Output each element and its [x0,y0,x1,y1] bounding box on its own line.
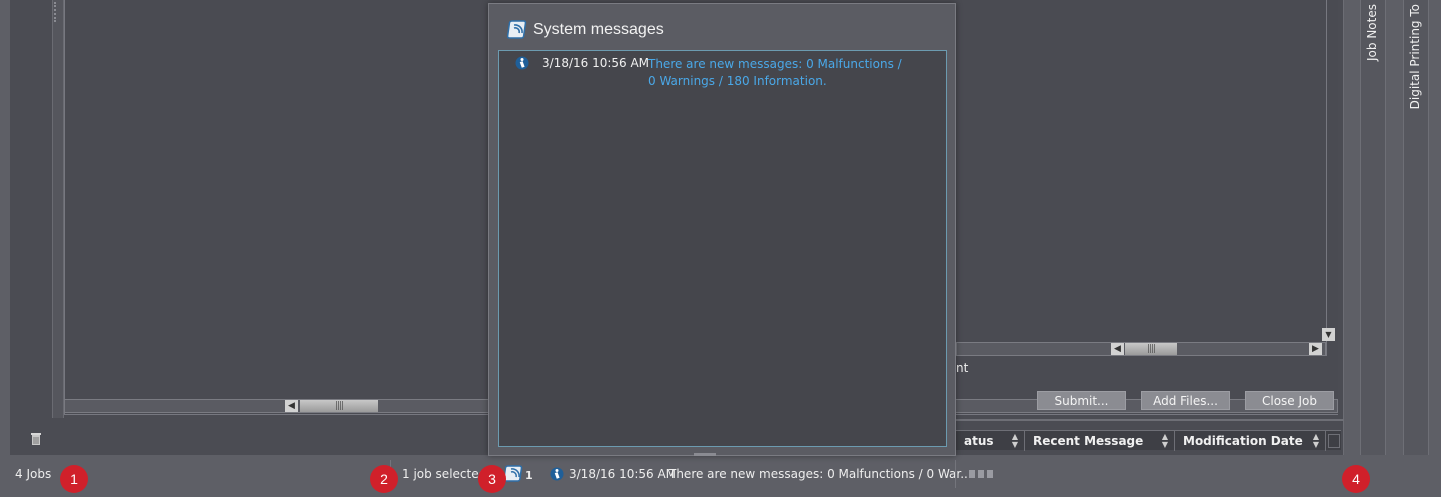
vertical-scroll-track[interactable] [1326,0,1338,356]
table-header: atus ▲ ▼ Recent Message ▲ ▼ Modification D… [956,430,1341,451]
tab-digital-printing[interactable]: Digital Printing To [1403,0,1429,455]
selection-status: 1 job selected [402,467,487,481]
message-text[interactable]: There are new messages: 0 Malfunctions /… [648,56,908,90]
message-count-badge: 1 [525,469,533,482]
splitter-divider[interactable] [956,419,1344,421]
scroll-down-icon[interactable]: ▼ [1322,328,1335,341]
info-icon [550,467,564,481]
column-header-status[interactable]: atus ▲ ▼ [956,431,1025,451]
right-horizontal-scrollbar[interactable]: ◀ |||| ▶ [956,342,1326,356]
popup-resize-grip[interactable] [694,453,716,456]
column-chooser-button[interactable] [1328,434,1340,448]
splitter-grip[interactable] [54,2,58,22]
submit-button[interactable]: Submit... [1037,391,1126,410]
popup-title: System messages [533,21,664,38]
callout-marker-1: 1 [60,465,88,493]
jobs-count: 4 Jobs [15,467,52,481]
panel-label: nt [956,361,969,375]
trash-icon[interactable] [30,432,42,446]
column-header-recent-message[interactable]: Recent Message ▲ ▼ [1025,431,1175,451]
callout-marker-4: 4 [1342,465,1370,493]
latest-message-text[interactable]: There are new messages: 0 Malfunctions /… [669,467,972,481]
info-icon [515,56,529,70]
sort-icon[interactable]: ▲ ▼ [1012,433,1018,449]
status-bars-icon[interactable] [968,469,994,479]
column-header-modification-date[interactable]: Modification Date ▲ ▼ [1175,431,1326,451]
scroll-thumb[interactable]: |||| [1125,343,1177,355]
callout-marker-2: 2 [370,465,398,493]
add-files-button[interactable]: Add Files... [1141,391,1230,410]
scroll-thumb[interactable]: |||| [300,400,378,412]
scroll-left-icon[interactable]: ◀ [285,400,298,412]
scroll-left-icon[interactable]: ◀ [1111,343,1124,355]
system-messages-popup: System messages 3/18/16 10:56 AM There a… [488,3,956,456]
scroll-right-icon[interactable]: ▶ [1309,343,1322,355]
callout-marker-3: 3 [478,465,506,493]
message-list[interactable]: 3/18/16 10:56 AM There are new messages:… [498,50,947,447]
latest-message-time: 3/18/16 10:56 AM [569,467,677,481]
system-messages-icon [507,20,527,39]
system-messages-icon[interactable] [505,464,525,484]
message-time: 3/18/16 10:56 AM [542,56,650,70]
sort-icon[interactable]: ▲ ▼ [1313,433,1319,449]
tab-job-notes[interactable]: Job Notes [1360,0,1386,455]
sort-icon[interactable]: ▲ ▼ [1162,433,1168,449]
splitter-strip[interactable] [52,0,64,418]
close-job-button[interactable]: Close Job [1245,391,1334,410]
status-divider [955,460,956,488]
